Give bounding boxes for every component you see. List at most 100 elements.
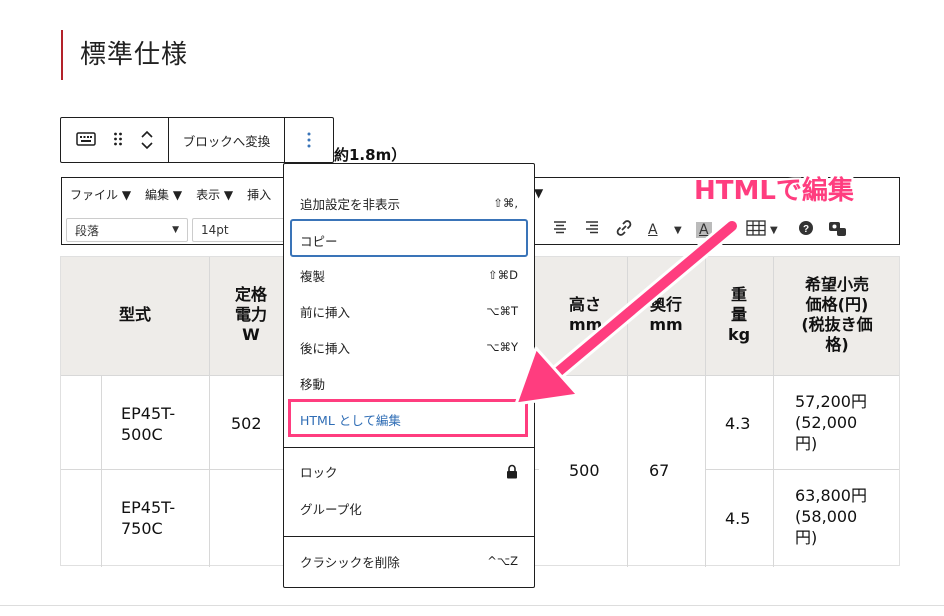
menu-item-label: HTML として編集 <box>300 412 401 428</box>
shared-height: 500 <box>569 461 600 480</box>
section-subtitle: 約1.8m） <box>334 146 407 164</box>
text-color-dropdown-icon[interactable]: ▼ <box>674 225 682 236</box>
row1-model: EP45T- 500C <box>121 403 175 445</box>
menu-copy[interactable]: コピー <box>300 230 518 250</box>
row2-model-line: EP45T- <box>121 498 176 517</box>
header-power-line: 定格 <box>234 285 267 304</box>
table-divider <box>209 257 210 375</box>
header-depth-line: 奥行 <box>649 295 682 314</box>
table-icon[interactable] <box>746 220 766 240</box>
table-divider <box>101 375 102 567</box>
more-options-icon <box>307 132 311 148</box>
format-select-value: 段落 <box>75 223 100 238</box>
header-weight: 重 量 kg <box>713 285 765 345</box>
menu-duplicate[interactable]: 複製 ⇧⌘D <box>300 265 518 285</box>
move-down-icon[interactable] <box>140 141 154 150</box>
header-model: 型式 <box>118 305 151 324</box>
table-divider <box>705 469 899 470</box>
align-center-icon[interactable] <box>552 220 568 238</box>
menu-item-shortcut: ⇧⌘, <box>493 196 518 210</box>
header-weight-line: kg <box>727 325 751 344</box>
header-depth: 奥行 mm <box>633 295 699 335</box>
header-height: 高さ mm <box>569 295 617 335</box>
page-heading: 標準仕様 <box>80 40 189 70</box>
block-options-menu: 追加設定を非表示 ⇧⌘, コピー 複製 ⇧⌘D 前に挿入 ⌥⌘T 後に挿入 ⌥⌘… <box>283 163 535 588</box>
row1-power: 502 <box>231 414 262 433</box>
menu-item-label: 後に挿入 <box>300 340 351 356</box>
row2-model-line: 750C <box>121 519 163 538</box>
format-select[interactable]: 段落 ▼ <box>66 218 188 242</box>
menu-item-shortcut: ⌥⌘T <box>486 304 518 318</box>
row1-model-line: 500C <box>121 425 163 444</box>
menu-insert-before[interactable]: 前に挿入 ⌥⌘T <box>300 301 518 321</box>
move-buttons <box>140 130 154 150</box>
menu-remove-classic[interactable]: クラシックを削除 ^⌥Z <box>300 551 518 571</box>
row2-price: 63,800円 (58,000 円) <box>795 485 867 548</box>
menu-item-label: クラシックを削除 <box>300 554 400 570</box>
menu-item-shortcut: ^⌥Z <box>487 554 518 568</box>
menu-item-label: ロック <box>300 464 338 480</box>
header-price-line: (税抜き価 <box>801 315 873 334</box>
font-size-select-value: 14pt <box>201 223 229 237</box>
row1-price-line: 57,200円 <box>795 392 867 411</box>
move-up-icon[interactable] <box>140 130 154 139</box>
classic-menubar: ファイル ▼ 編集 ▼ 表示 ▼ 挿入 <box>70 186 271 203</box>
keyboard-icon[interactable] <box>75 131 96 150</box>
row1-price-line: 円) <box>795 434 818 453</box>
text-color-icon[interactable]: A <box>648 220 658 238</box>
menu-view[interactable]: 表示 ▼ <box>196 186 233 203</box>
row2-price-line: 63,800円 <box>795 486 867 505</box>
align-right-icon[interactable] <box>584 220 600 238</box>
table-divider <box>209 375 210 567</box>
row2-weight: 4.5 <box>725 509 751 528</box>
menu-group[interactable]: グループ化 <box>300 498 518 518</box>
drag-handle-icon[interactable] <box>113 131 123 150</box>
block-toolbar-tools <box>61 118 169 162</box>
header-price-line: 格) <box>825 335 849 354</box>
header-depth-line: mm <box>649 315 683 334</box>
menu-file[interactable]: ファイル ▼ <box>70 186 131 203</box>
header-price-line: 価格(円) <box>805 295 869 314</box>
transform-to-blocks-button[interactable]: ブロックへ変換 <box>169 118 285 162</box>
annotation-label: HTMLで編集 <box>694 176 854 206</box>
menu-edit-as-html[interactable]: HTML として編集 <box>300 409 518 429</box>
row2-price-line: 円) <box>795 528 818 547</box>
menu-item-label: 追加設定を非表示 <box>300 196 401 212</box>
shared-depth: 67 <box>649 461 670 480</box>
font-size-select[interactable]: 14pt <box>192 218 292 242</box>
header-price-line: 希望小売 <box>804 275 869 294</box>
menu-hidden-dropdown-arrow[interactable]: ▼ <box>534 186 543 200</box>
menu-hide-more-settings[interactable]: 追加設定を非表示 ⇧⌘, <box>300 193 518 213</box>
row1-price-line: (52,000 <box>795 413 858 432</box>
header-price: 希望小売 価格(円) (税抜き価 格) <box>781 275 893 355</box>
link-icon[interactable] <box>615 220 633 240</box>
background-color-icon[interactable]: A <box>696 220 712 238</box>
menu-item-label: コピー <box>300 233 338 249</box>
menu-move[interactable]: 移動 <box>300 373 518 393</box>
lock-icon <box>507 464 517 478</box>
menu-item-label: 前に挿入 <box>300 304 351 320</box>
header-weight-line: 重 <box>730 285 747 304</box>
block-toolbar: ブロックへ変換 <box>60 117 334 163</box>
header-weight-line: 量 <box>730 305 747 324</box>
row1-price: 57,200円 (52,000 円) <box>795 391 867 454</box>
menu-insert-after[interactable]: 後に挿入 ⌥⌘Y <box>300 337 518 357</box>
menu-edit[interactable]: 編集 ▼ <box>145 186 182 203</box>
page-bottom-border <box>0 605 944 606</box>
header-power-line: 電力 <box>234 305 267 324</box>
menu-lock[interactable]: ロック <box>300 461 518 481</box>
help-icon[interactable]: ? <box>798 220 814 240</box>
header-power-line: W <box>242 325 260 344</box>
special-character-icon[interactable] <box>828 220 848 242</box>
header-power: 定格 電力 W <box>219 285 283 345</box>
menu-insert[interactable]: 挿入 <box>247 186 271 203</box>
more-options-button[interactable] <box>285 118 333 162</box>
table-divider <box>773 257 774 567</box>
header-height-line: mm <box>569 315 603 334</box>
row2-model: EP45T- 750C <box>121 497 175 539</box>
table-dropdown-icon[interactable]: ▼ <box>770 225 778 236</box>
menu-separator <box>284 447 534 448</box>
table-divider <box>705 257 706 567</box>
transform-to-blocks-label: ブロックへ変換 <box>182 133 271 149</box>
background-color-dropdown-icon[interactable]: ▼ <box>726 225 734 236</box>
